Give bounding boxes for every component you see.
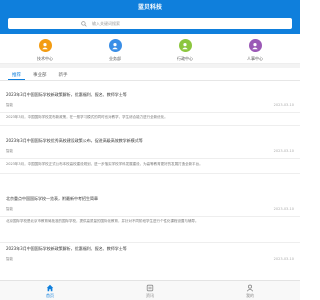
- app-title: 蓝贝科技: [137, 4, 162, 11]
- nav-news[interactable]: 资讯: [120, 281, 180, 300]
- tab-recommend[interactable]: 推荐: [8, 69, 25, 80]
- item-snippet: 北京国际学校是北京市教育局批准的国际学校，提供高质量的国际化教育，并针对不同阶段…: [6, 219, 199, 223]
- divider: [0, 242, 300, 243]
- item-meta: 智能 2023-03-10: [6, 207, 294, 215]
- item-title[interactable]: 2023年3月中国国际学校优秀高校建设政策公布，促进高级高效教学新模式等: [6, 138, 143, 144]
- item-source: 智能: [6, 103, 13, 107]
- tab-bar: 推荐 事业部 新手: [0, 69, 300, 81]
- category-hr[interactable]: 人事中心: [230, 34, 280, 63]
- item-snippet: 2023年3月，中国国际学校正式公布本校高校建设规划，进一步落实学校学科发展建设…: [6, 162, 203, 166]
- home-icon: [46, 283, 55, 292]
- tab-newbie[interactable]: 新手: [55, 69, 72, 80]
- profile-icon: [246, 283, 255, 292]
- item-date: 2023-03-10: [273, 207, 294, 211]
- category-label: 技术中心: [37, 56, 53, 61]
- item-meta: 智能 2023-03-10: [6, 149, 294, 157]
- divider: [0, 173, 300, 174]
- nav-label: 首页: [46, 293, 54, 298]
- category-business[interactable]: 业务部: [90, 34, 140, 63]
- item-title[interactable]: 2023年3月中国国际学校新政策解析，优惠福利、报名、教师学士等: [6, 246, 127, 252]
- divider: [0, 112, 300, 113]
- item-date: 2023-03-10: [273, 103, 294, 107]
- item-source: 智能: [6, 149, 13, 153]
- item-title[interactable]: 北京重点中国国际学校一览表，附最新中考招生简章: [6, 196, 98, 202]
- nav-profile[interactable]: 我的: [220, 281, 280, 300]
- divider: [0, 125, 300, 126]
- search-placeholder: 输入关键词搜索: [92, 20, 120, 26]
- category-tech[interactable]: 技术中心: [20, 34, 70, 63]
- user-icon: [178, 39, 192, 52]
- category-admin[interactable]: 行政中心: [160, 34, 210, 63]
- category-bar: 技术中心 业务部 行政中心 人事中心: [0, 34, 300, 64]
- nav-home[interactable]: 首页: [20, 281, 80, 300]
- category-label: 行政中心: [177, 56, 193, 61]
- item-date: 2023-03-10: [273, 149, 294, 153]
- item-source: 智能: [6, 207, 13, 211]
- item-date: 2023-03-10: [273, 257, 294, 261]
- search-icon: [80, 20, 88, 28]
- item-meta: 智能 2023-03-10: [6, 103, 294, 111]
- divider: [0, 216, 300, 217]
- item-snippet: 2023年3月，中国国际学校发布新政策，在一般学习模式的同时也对教学，学生综合能…: [6, 115, 168, 119]
- section-divider: [0, 64, 300, 68]
- tab-department[interactable]: 事业部: [29, 69, 51, 80]
- search-input[interactable]: 输入关键词搜索: [8, 18, 292, 29]
- news-icon: [146, 283, 155, 292]
- item-source: 智能: [6, 257, 13, 261]
- nav-label: 资讯: [146, 293, 154, 298]
- item-title[interactable]: 2023年3月中国国际学校新政策解析，优惠福利、报名、教师学士等: [6, 92, 127, 98]
- item-meta: 智能 2023-03-10: [6, 257, 294, 265]
- user-icon: [38, 39, 52, 52]
- search-bar: 输入关键词搜索: [0, 16, 300, 34]
- category-label: 业务部: [109, 56, 121, 61]
- article-list: 2023年3月中国国际学校新政策解析，优惠福利、报名、教师学士等 智能 2023…: [0, 82, 300, 270]
- category-label: 人事中心: [247, 56, 263, 61]
- user-icon: [248, 39, 262, 52]
- top-bar: 蓝贝科技: [0, 0, 300, 16]
- nav-label: 我的: [246, 293, 254, 298]
- bottom-nav: 首页 资讯 我的: [0, 280, 300, 300]
- divider: [0, 158, 300, 159]
- user-icon: [108, 39, 122, 52]
